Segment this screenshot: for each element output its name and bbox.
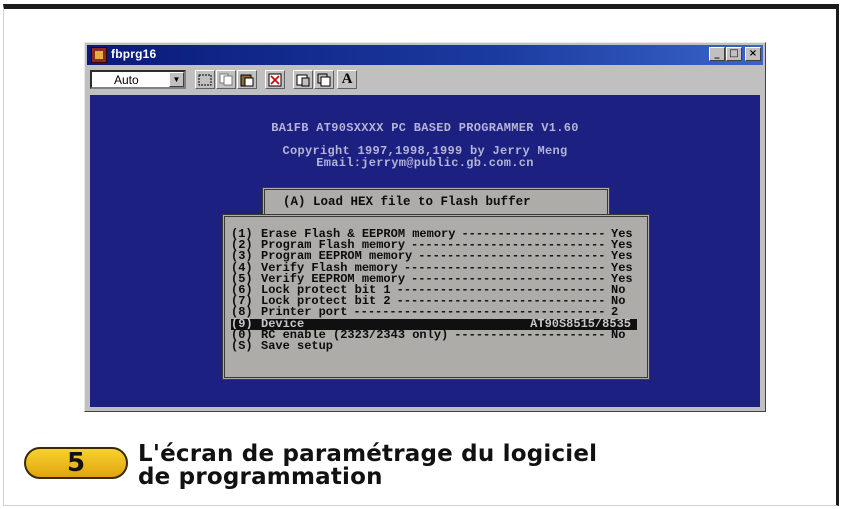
figure-caption: L'écran de paramétrage du logiciel de pr…: [138, 443, 597, 489]
figure-number: 5: [66, 448, 86, 478]
menu-item-leader: [418, 251, 605, 262]
maximize-button[interactable]: □: [726, 47, 742, 61]
caption-line-1: L'écran de paramétrage du logiciel: [138, 441, 598, 467]
minimize-button[interactable]: _: [709, 47, 725, 61]
paste-icon[interactable]: [237, 70, 257, 89]
dos-screen: BA1FB AT90SXXXX PC BASED PROGRAMMER V1.6…: [90, 95, 760, 407]
background-icon[interactable]: [314, 70, 334, 89]
load-hex-key: (A): [283, 195, 306, 209]
toolbar: Auto ▼ A: [87, 67, 763, 93]
program-window: fbprg16 _ □ × Auto ▼ A BA1FB AT90SXXXX P…: [84, 42, 766, 412]
mark-icon[interactable]: [195, 70, 215, 89]
menu-list: (1)Erase Flash & EEPROM memoryYes(2)Prog…: [231, 228, 637, 353]
chevron-down-icon[interactable]: ▼: [169, 72, 184, 87]
title-bar[interactable]: fbprg16 _ □ ×: [87, 45, 763, 65]
menu-item-value: [611, 341, 637, 352]
close-button[interactable]: ×: [745, 47, 761, 61]
program-header: BA1FB AT90SXXXX PC BASED PROGRAMMER V1.6…: [271, 121, 579, 135]
menu-item-label: Save setup: [261, 338, 334, 353]
copy-icon[interactable]: [216, 70, 236, 89]
email-line: Email:jerrym@public.gb.com.cn: [316, 156, 534, 170]
figure-number-badge: 5: [24, 447, 128, 479]
menu-item-leader: [411, 274, 605, 285]
menu-item-load-hex[interactable]: (A) Load HEX file to Flash buffer: [283, 195, 531, 209]
caption-line-2: de programmation: [138, 464, 383, 490]
menu-item-leader: [397, 296, 605, 307]
menu-item-leader: [404, 263, 605, 274]
settings-menu: (1)Erase Flash & EEPROM memoryYes(2)Prog…: [222, 214, 650, 380]
load-hex-box: (A) Load HEX file to Flash buffer: [262, 187, 610, 217]
font-size-combo[interactable]: Auto ▼: [90, 70, 186, 89]
font-size-value: Auto: [114, 73, 139, 87]
menu-item-leader: [397, 285, 605, 296]
menu-item-leader: [454, 330, 605, 341]
menu-item-leader: [411, 240, 605, 251]
load-hex-label: Load HEX file to Flash buffer: [313, 195, 531, 209]
menu-item[interactable]: (S) Save setup: [231, 338, 637, 353]
properties-icon[interactable]: [293, 70, 313, 89]
font-button[interactable]: A: [337, 70, 357, 89]
fullscreen-icon[interactable]: [265, 70, 285, 89]
menu-item-key: (S): [231, 338, 253, 353]
window-title: fbprg16: [111, 47, 157, 61]
menu-item-value: No: [611, 327, 626, 342]
menu-item-leader: [461, 229, 605, 240]
app-icon[interactable]: [91, 47, 107, 63]
